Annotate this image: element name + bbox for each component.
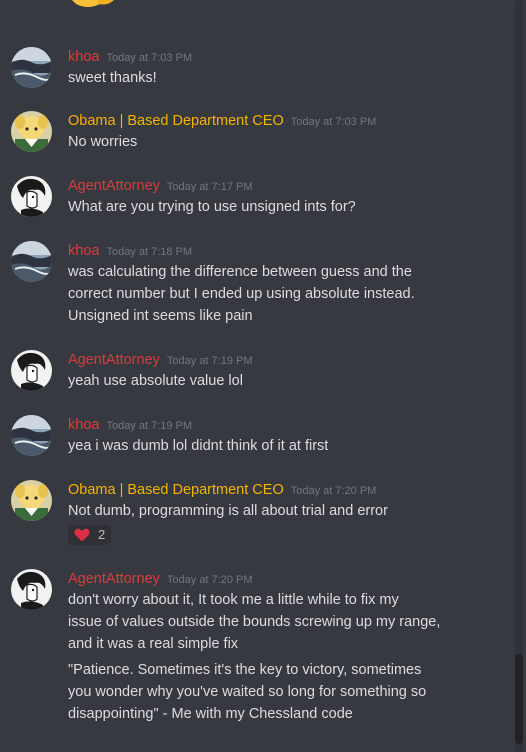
username[interactable]: khoa: [68, 49, 99, 65]
timestamp: Today at 7:18 PM: [106, 246, 193, 258]
username[interactable]: AgentAttorney: [68, 571, 160, 587]
timestamp: Today at 7:20 PM: [166, 574, 253, 586]
message-text: correct number but I ended up using abso…: [68, 286, 415, 302]
scrollbar-track[interactable]: [515, 0, 523, 752]
timestamp: Today at 7:19 PM: [106, 420, 193, 432]
message-text: No worries: [68, 134, 138, 150]
emoji-sticker-icon: [72, 0, 114, 7]
message-text: yea i was dumb lol didnt think of it at …: [68, 438, 329, 454]
heart-icon: [74, 528, 90, 542]
avatar-khoa[interactable]: [11, 415, 52, 456]
avatar-khoa[interactable]: [11, 241, 52, 282]
username[interactable]: AgentAttorney: [68, 352, 160, 368]
message-text: What are you trying to use unsigned ints…: [68, 199, 356, 215]
reaction-button[interactable]: 2: [68, 525, 111, 545]
avatar-agentattorney[interactable]: [11, 569, 52, 610]
message-text: you wonder why you've waited so long for…: [68, 684, 427, 700]
username[interactable]: Obama | Based Department CEO: [68, 113, 284, 129]
avatar-agentattorney[interactable]: [11, 176, 52, 217]
message-header: Obama | Based Department CEO Today at 7:2…: [68, 480, 376, 500]
message-header: Obama | Based Department CEO Today at 7:0…: [68, 111, 376, 131]
username[interactable]: khoa: [68, 243, 99, 259]
avatar-obama[interactable]: [11, 111, 52, 152]
username[interactable]: Obama | Based Department CEO: [68, 482, 284, 498]
username[interactable]: AgentAttorney: [68, 178, 160, 194]
message-text: Not dumb, programming is all about trial…: [68, 503, 388, 519]
message-text: was calculating the difference between g…: [68, 264, 412, 280]
avatar-obama[interactable]: [11, 480, 52, 521]
message-text: and it was a real simple fix: [68, 636, 239, 652]
message-text: yeah use absolute value lol: [68, 373, 243, 389]
username[interactable]: khoa: [68, 417, 99, 433]
message-header: khoa Today at 7:19 PM: [68, 415, 192, 435]
avatar-khoa[interactable]: [11, 47, 52, 88]
message-text: don't worry about it, It took me a littl…: [68, 592, 399, 608]
message-header: AgentAttorney Today at 7:20 PM: [68, 569, 253, 589]
message-text: "Patience. Sometimes it's the key to vic…: [68, 662, 422, 678]
reaction-count: 2: [98, 527, 106, 542]
message-text: disappointing" - Me with my Chessland co…: [68, 706, 353, 722]
timestamp: Today at 7:03 PM: [290, 116, 377, 128]
timestamp: Today at 7:20 PM: [290, 485, 377, 497]
message-header: AgentAttorney Today at 7:17 PM: [68, 176, 253, 196]
message-list: khoa Today at 7:03 PM sweet thanks! Obama…: [0, 0, 508, 752]
timestamp: Today at 7:19 PM: [166, 355, 253, 367]
message-text: issue of values outside the bounds screw…: [68, 614, 441, 630]
timestamp: Today at 7:17 PM: [166, 181, 253, 193]
message-text: Unsigned int seems like pain: [68, 308, 253, 324]
scrollbar-thumb[interactable]: [515, 654, 523, 744]
avatar-agentattorney[interactable]: [11, 350, 52, 391]
timestamp: Today at 7:03 PM: [106, 52, 193, 64]
message-header: khoa Today at 7:03 PM: [68, 47, 192, 67]
message-header: khoa Today at 7:18 PM: [68, 241, 192, 261]
message-text: sweet thanks!: [68, 70, 157, 86]
message-header: AgentAttorney Today at 7:19 PM: [68, 350, 253, 370]
